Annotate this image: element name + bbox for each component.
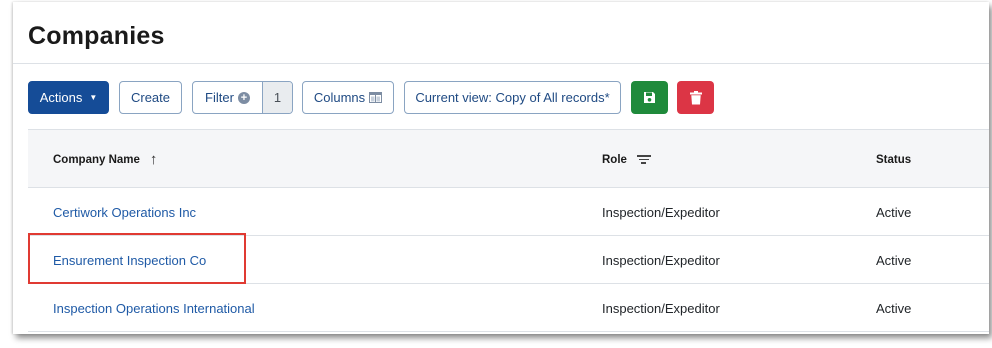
company-name-link[interactable]: Inspection Operations International (53, 284, 255, 332)
status-cell: Active (876, 252, 912, 268)
sort-ascending-icon[interactable]: ↑ (150, 151, 158, 168)
page-title: Companies (28, 22, 165, 50)
column-header-role[interactable]: Role (602, 130, 651, 189)
plus-circle-icon: + (237, 91, 250, 104)
filter-label: Filter (205, 90, 234, 105)
current-view-label: Current view: Copy of All records* (415, 90, 610, 105)
role-cell: Inspection/Expeditor (602, 204, 720, 220)
columns-button[interactable]: Columns (302, 81, 394, 114)
actions-label: Actions (39, 90, 83, 105)
current-view-button[interactable]: Current view: Copy of All records* (404, 81, 621, 114)
create-button[interactable]: Create (119, 81, 182, 114)
filter-label-wrap[interactable]: Filter + (193, 82, 262, 113)
divider (13, 63, 989, 64)
save-view-button[interactable] (631, 81, 668, 114)
column-header-label: Company Name (53, 153, 140, 166)
caret-down-icon: ▼ (89, 93, 98, 102)
column-header-label: Role (602, 153, 627, 166)
status-cell: Active (876, 204, 912, 220)
companies-table: Company Name ↑ Role Status Certiwork Ope… (28, 129, 989, 332)
columns-label: Columns (313, 90, 366, 105)
delete-view-button[interactable] (677, 81, 714, 114)
table-row[interactable]: Ensurement Inspection Co Inspection/Expe… (28, 236, 989, 284)
company-name-link[interactable]: Certiwork Operations Inc (53, 188, 196, 236)
table-row[interactable]: Inspection Operations International Insp… (28, 284, 989, 332)
app-window: Companies Actions ▼ Create Filter + 1 Co… (13, 2, 989, 334)
role-cell: Inspection/Expeditor (602, 252, 720, 268)
filter-lines-icon[interactable] (636, 155, 651, 164)
column-header-status[interactable]: Status (876, 130, 911, 189)
columns-icon (369, 92, 383, 103)
save-icon (644, 92, 655, 103)
status-cell: Active (876, 300, 912, 316)
trash-icon (689, 90, 702, 104)
filter-button[interactable]: Filter + 1 (192, 81, 293, 114)
actions-button[interactable]: Actions ▼ (28, 81, 109, 114)
column-header-label: Status (876, 153, 912, 166)
table-header: Company Name ↑ Role Status (28, 129, 989, 188)
company-name-link[interactable]: Ensurement Inspection Co (53, 236, 206, 284)
filter-count-badge: 1 (262, 82, 292, 113)
table-row[interactable]: Certiwork Operations Inc Inspection/Expe… (28, 188, 989, 236)
role-cell: Inspection/Expeditor (602, 300, 720, 316)
column-header-company-name[interactable]: Company Name ↑ (53, 130, 157, 189)
create-label: Create (130, 90, 171, 105)
